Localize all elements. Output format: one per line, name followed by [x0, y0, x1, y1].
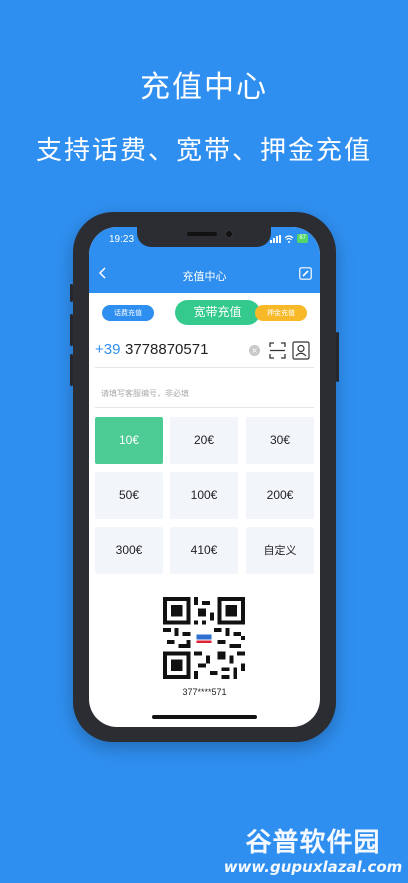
promo-subline: 支持话费、宽带、押金充值: [35, 136, 372, 166]
qr-code: [163, 597, 245, 679]
tab-deposit[interactable]: 押金充值: [255, 305, 307, 321]
amount-option[interactable]: 10€: [95, 417, 163, 464]
amount-option-custom[interactable]: 自定义: [246, 527, 314, 574]
power-button: [336, 332, 339, 382]
edit-icon[interactable]: [299, 267, 312, 280]
tab-broadband[interactable]: 宽带充值: [175, 300, 260, 325]
phone-number-field[interactable]: +39 3778870571 ×: [95, 339, 314, 363]
masked-phone-number: 377****571: [182, 687, 227, 697]
speaker: [187, 232, 217, 236]
amount-option[interactable]: 30€: [246, 417, 314, 464]
status-time: 19:23: [109, 234, 135, 245]
customer-service-id-input[interactable]: 请填写客服编号，非必填: [95, 383, 314, 405]
divider: [95, 367, 314, 368]
phone-number-input[interactable]: 3778870571: [125, 341, 208, 358]
watermark-url: www.gupuxlazal.com: [223, 858, 403, 876]
phone-mockup: 19:23 87 充值中心 话费充值 宽带充值 押金充值 +39 3778870…: [70, 212, 339, 742]
scan-icon[interactable]: [269, 342, 286, 359]
status-bar: 19:23 87: [89, 227, 320, 259]
nav-bar: 充值中心: [89, 259, 320, 293]
contacts-icon[interactable]: [292, 341, 310, 360]
country-code[interactable]: +39: [95, 341, 120, 358]
amount-option[interactable]: 50€: [95, 472, 163, 519]
volume-up-button: [70, 314, 73, 346]
amount-option[interactable]: 100€: [170, 472, 238, 519]
mute-switch: [70, 284, 73, 302]
watermark-text: 谷普软件园: [245, 828, 381, 858]
promo-headline: 充值中心: [140, 70, 268, 105]
front-camera: [225, 230, 233, 238]
battery-icon: 87: [297, 234, 308, 243]
status-icons: 87: [270, 234, 308, 243]
amount-option[interactable]: 200€: [246, 472, 314, 519]
nav-title: 充值中心: [182, 270, 227, 283]
home-indicator: [152, 715, 257, 719]
amount-option[interactable]: 300€: [95, 527, 163, 574]
site-watermark: 谷普软件园 www.gupuxlazal.com: [222, 822, 404, 880]
phone-screen: 19:23 87 充值中心 话费充值 宽带充值 押金充值 +39 3778870…: [89, 227, 320, 727]
wifi-icon: [284, 234, 294, 243]
tab-phone-fee[interactable]: 话费充值: [102, 305, 154, 321]
amount-option[interactable]: 20€: [170, 417, 238, 464]
notch: [137, 227, 271, 247]
signal-icon: [270, 234, 282, 243]
amount-option[interactable]: 410€: [170, 527, 238, 574]
volume-down-button: [70, 354, 73, 386]
divider: [95, 407, 314, 408]
clear-icon[interactable]: ×: [249, 345, 260, 356]
